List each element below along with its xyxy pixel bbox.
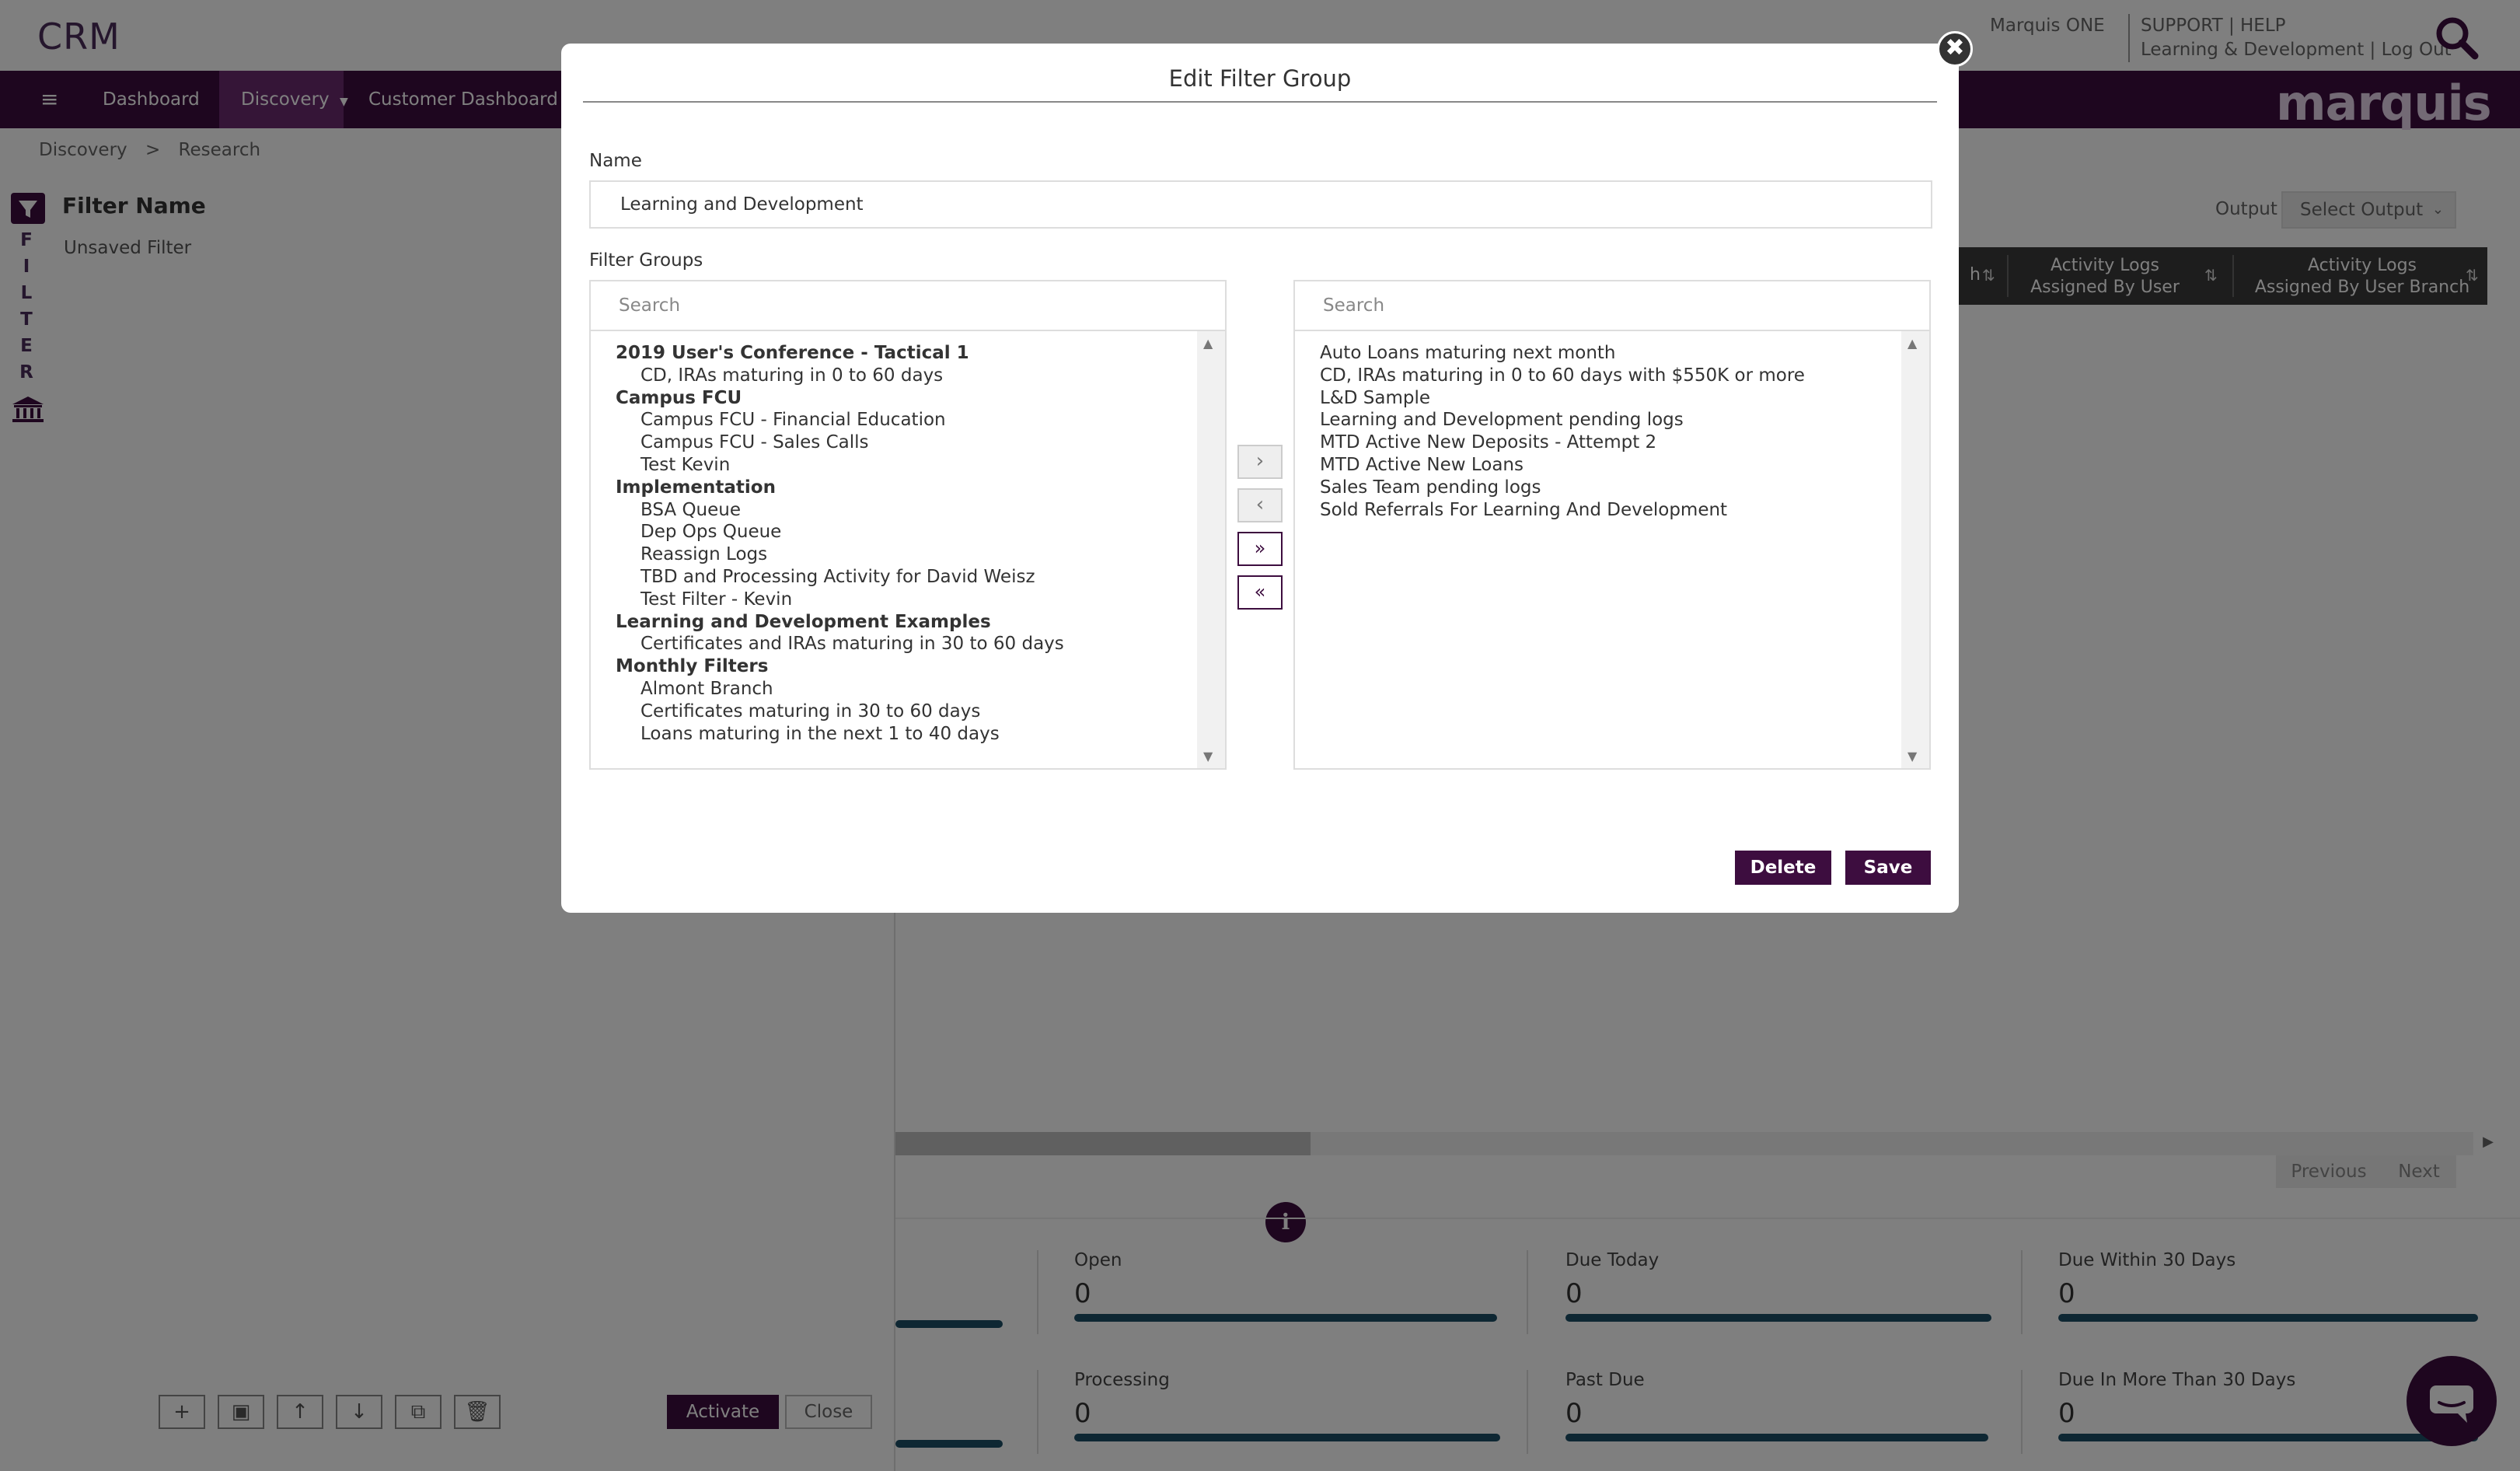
move-left-button[interactable]: ‹ bbox=[1237, 488, 1283, 522]
list-item[interactable]: TBD and Processing Activity for David We… bbox=[591, 566, 1197, 589]
move-right-button[interactable]: › bbox=[1237, 445, 1283, 479]
list-item[interactable]: Campus FCU - Sales Calls bbox=[591, 432, 1197, 454]
list-item[interactable]: Certificates maturing in 30 to 60 days bbox=[591, 701, 1197, 723]
list-item[interactable]: BSA Queue bbox=[591, 499, 1197, 522]
close-icon[interactable]: ✖ bbox=[1937, 31, 1973, 67]
scroll-up-icon[interactable]: ▲ bbox=[1907, 336, 1917, 351]
delete-button[interactable]: Delete bbox=[1735, 851, 1831, 885]
dialog-title: Edit Filter Group bbox=[583, 65, 1937, 103]
list-item[interactable]: CD, IRAs maturing in 0 to 60 days with $… bbox=[1295, 365, 1901, 387]
list-item[interactable]: MTD Active New Loans bbox=[1295, 454, 1901, 477]
edit-filter-group-dialog: Edit Filter Group ✖ Name Learning and De… bbox=[561, 31, 1973, 913]
scroll-down-icon[interactable]: ▼ bbox=[1907, 749, 1917, 763]
list-group-header: Campus FCU bbox=[616, 387, 742, 408]
available-list-body: 2019 User's Conference - Tactical 1 CD, … bbox=[591, 331, 1197, 768]
list-item[interactable]: L&D Sample bbox=[1295, 387, 1901, 410]
list-item[interactable]: MTD Active New Deposits - Attempt 2 bbox=[1295, 432, 1901, 454]
available-search-input[interactable]: Search bbox=[591, 281, 1225, 331]
selected-filters-list: Search Auto Loans maturing next month CD… bbox=[1293, 280, 1931, 770]
filter-groups-label: Filter Groups bbox=[589, 250, 703, 271]
list-group-header: Implementation bbox=[616, 477, 776, 498]
list-item[interactable]: CD, IRAs maturing in 0 to 60 days bbox=[591, 365, 1197, 387]
move-all-right-button[interactable]: » bbox=[1237, 532, 1283, 566]
available-filters-list: Search 2019 User's Conference - Tactical… bbox=[589, 280, 1227, 770]
list-item[interactable]: Learning and Development pending logs bbox=[1295, 409, 1901, 432]
name-field[interactable]: Learning and Development bbox=[589, 180, 1932, 229]
list-item[interactable]: Loans maturing in the next 1 to 40 days bbox=[591, 723, 1197, 746]
selected-scrollbar[interactable]: ▲ ▼ bbox=[1901, 331, 1929, 768]
list-item[interactable]: Campus FCU - Financial Education bbox=[591, 409, 1197, 432]
available-scrollbar[interactable]: ▲ ▼ bbox=[1197, 331, 1225, 768]
scroll-down-icon[interactable]: ▼ bbox=[1203, 749, 1213, 763]
save-button[interactable]: Save bbox=[1845, 851, 1931, 885]
list-item[interactable]: Almont Branch bbox=[591, 678, 1197, 701]
list-group-header: Monthly Filters bbox=[616, 656, 769, 677]
move-all-left-button[interactable]: « bbox=[1237, 575, 1283, 610]
selected-list-body: Auto Loans maturing next month CD, IRAs … bbox=[1295, 331, 1901, 768]
list-item[interactable]: Certificates and IRAs maturing in 30 to … bbox=[591, 633, 1197, 655]
list-item[interactable]: Test Filter - Kevin bbox=[591, 589, 1197, 611]
list-item[interactable]: Sales Team pending logs bbox=[1295, 477, 1901, 499]
name-label: Name bbox=[589, 151, 642, 171]
selected-search-input[interactable]: Search bbox=[1295, 281, 1929, 331]
list-item[interactable]: Dep Ops Queue bbox=[591, 521, 1197, 543]
list-item[interactable]: Reassign Logs bbox=[591, 543, 1197, 566]
list-item[interactable]: Auto Loans maturing next month bbox=[1295, 342, 1901, 365]
list-item[interactable]: Test Kevin bbox=[591, 454, 1197, 477]
scroll-up-icon[interactable]: ▲ bbox=[1203, 336, 1213, 351]
list-group-header: Learning and Development Examples bbox=[616, 611, 991, 632]
list-group-header: 2019 User's Conference - Tactical 1 bbox=[616, 343, 969, 363]
list-item[interactable]: Sold Referrals For Learning And Developm… bbox=[1295, 499, 1901, 522]
